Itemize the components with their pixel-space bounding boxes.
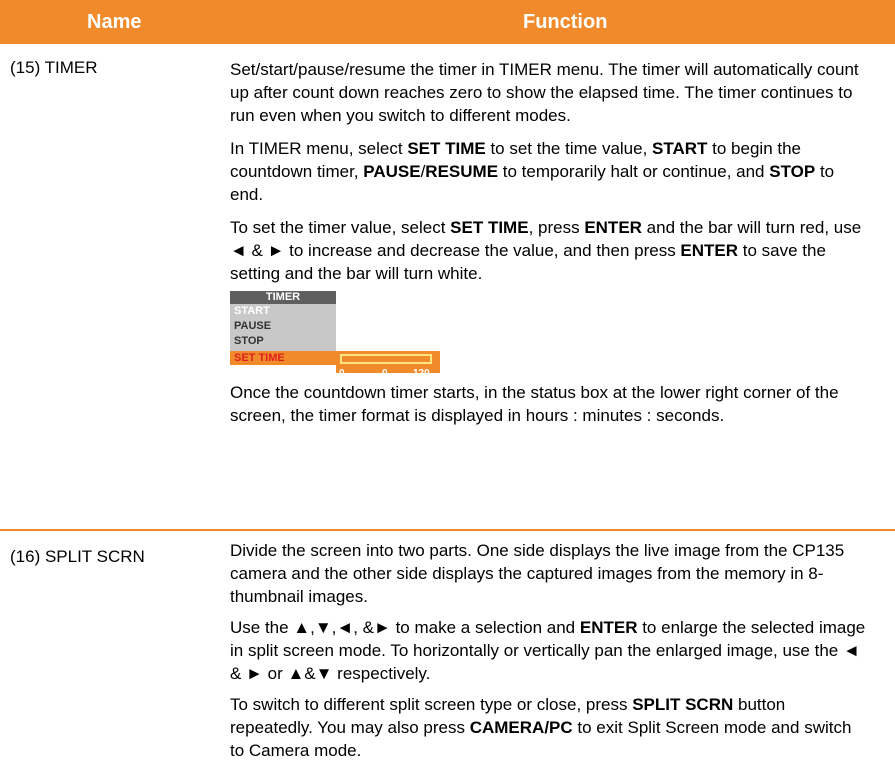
column-header-function: Function [523,11,608,33]
row-name-timer: (15) TIMER [10,58,98,77]
split-paragraph-1: Divide the screen into two parts. One si… [230,541,845,606]
timer-paragraph-4: Once the countdown timer starts, in the … [230,383,839,425]
timer-menu-item-start: START [234,305,270,317]
row-function-timer: Set/start/pause/resume the timer in TIME… [230,58,870,437]
timer-scale-current: 0 [382,368,388,379]
timer-scale-min: 0 [339,368,345,379]
timer-paragraph-1: Set/start/pause/resume the timer in TIME… [230,60,859,125]
timer-paragraph-2: In TIMER menu, select SET TIME to set th… [230,139,835,204]
row-function-split-scrn: Divide the screen into two parts. One si… [230,539,870,770]
column-header-name: Name [87,11,142,33]
timer-menu-item-set-time: SET TIME [230,351,336,365]
timer-menu-item-stop: STOP [234,335,264,347]
timer-menu-illustration: TIMER START PAUSE STOP SET TIME 0 0 120 [230,291,440,379]
timer-menu-list: START PAUSE STOP [230,304,336,351]
table-header: Name Function [0,0,895,44]
timer-scale-max: 120 [413,368,430,379]
split-paragraph-3: To switch to different split screen type… [230,695,852,760]
row-divider [0,529,895,531]
row-name-split-scrn: (16) SPLIT SCRN [10,547,145,566]
table-row-split-scrn: (16) SPLIT SCRN Divide the screen into t… [0,537,895,760]
timer-paragraph-3: To set the timer value, select SET TIME,… [230,218,862,283]
split-paragraph-2: Use the ▲,▼,◄, &► to make a selection an… [230,618,866,683]
table-row-timer: (15) TIMER Set/start/pause/resume the ti… [0,48,895,529]
timer-menu-item-pause: PAUSE [234,320,272,332]
timer-menu-title: TIMER [230,291,336,304]
